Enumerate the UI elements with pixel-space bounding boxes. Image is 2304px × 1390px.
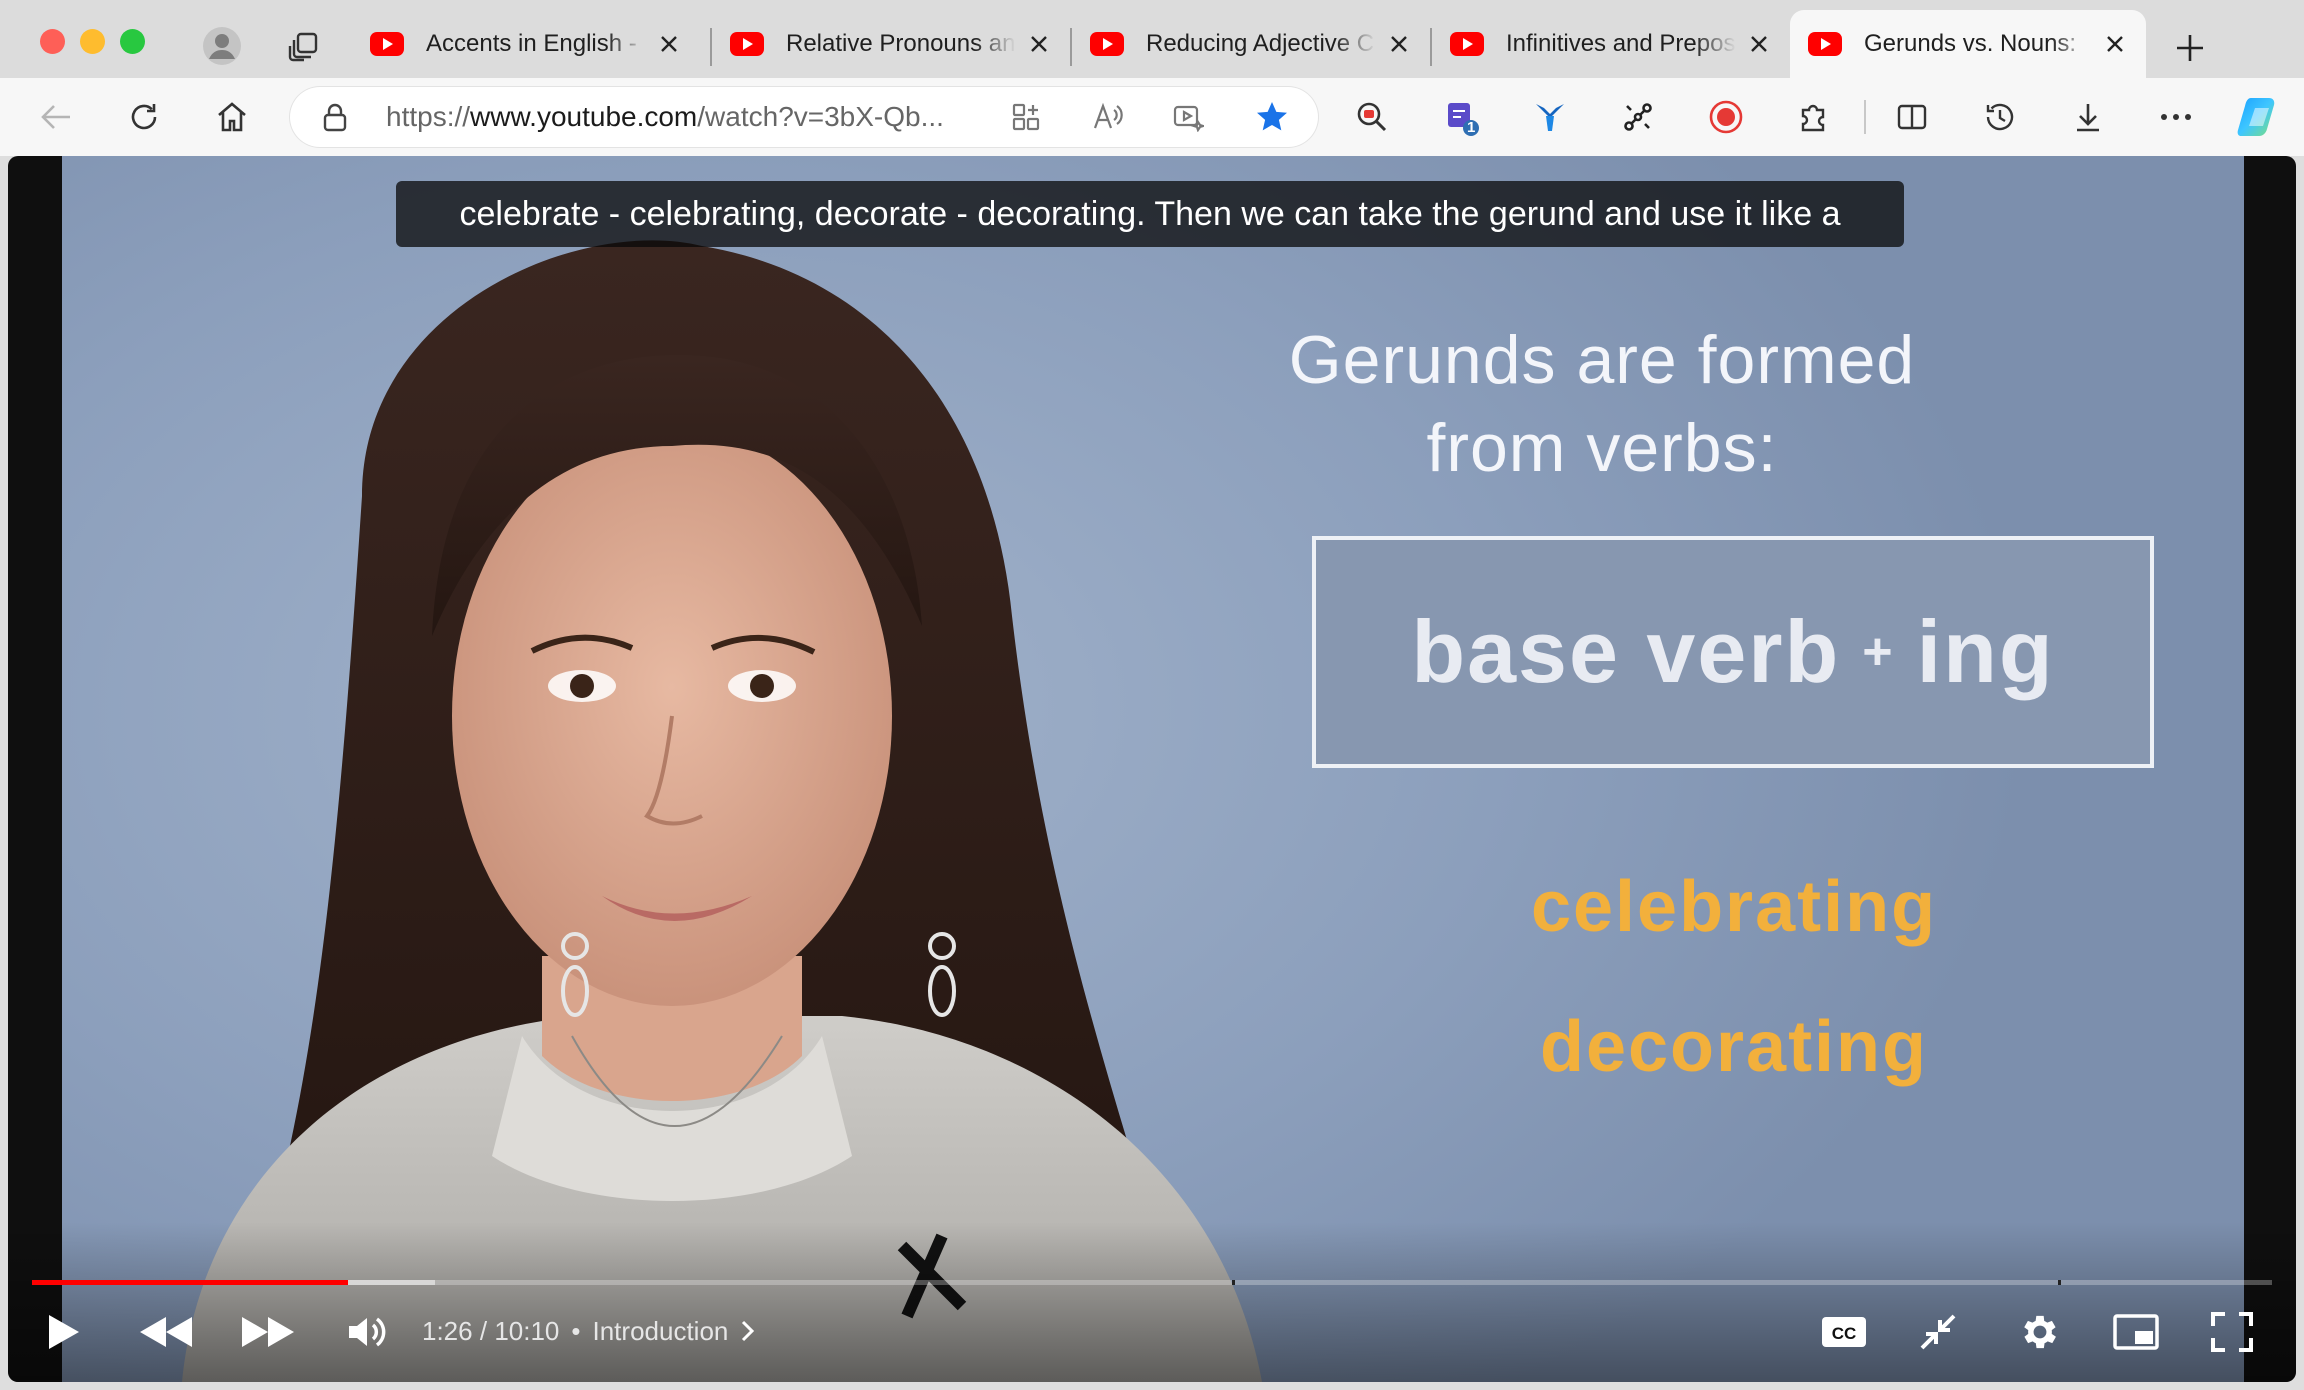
- slide-title-line1: Gerunds are formed: [1288, 322, 1916, 398]
- read-aloud-icon[interactable]: [1090, 99, 1126, 135]
- example-celebrating: celebrating: [1530, 867, 1938, 947]
- slide-title: Gerunds are formed from verbs:: [1242, 316, 1962, 492]
- tab-title: Relative Pronouns and: [786, 30, 1016, 57]
- tab-close-icon[interactable]: [1024, 29, 1054, 59]
- chapter-title[interactable]: Introduction: [593, 1311, 729, 1351]
- extensions-puzzle-icon[interactable]: [1786, 89, 1842, 145]
- fullscreen-icon[interactable]: [2204, 1306, 2260, 1358]
- tab-infinitives[interactable]: Infinitives and Prepos: [1432, 10, 1790, 78]
- fast-forward-icon[interactable]: [236, 1306, 300, 1358]
- new-tab-button[interactable]: [2166, 24, 2214, 72]
- youtube-favicon-icon: [1450, 32, 1484, 56]
- tab-title: Accents in English -: [426, 30, 637, 57]
- reload-icon[interactable]: [116, 89, 172, 145]
- example-decorating: decorating: [1539, 1007, 1929, 1087]
- chapter-dot: •: [571, 1316, 581, 1346]
- split-screen-icon[interactable]: [1884, 89, 1940, 145]
- youtube-favicon-icon: [1808, 32, 1842, 56]
- volume-icon[interactable]: [342, 1306, 392, 1358]
- copilot-icon[interactable]: [2232, 89, 2288, 145]
- youtube-favicon-icon: [730, 32, 764, 56]
- slide-title-line2: from verbs:: [1426, 410, 1778, 486]
- miniplayer-icon[interactable]: [2108, 1306, 2164, 1358]
- youtube-player: celebrate - celebrating, decorate - deco…: [8, 156, 2296, 1382]
- closed-caption: celebrate - celebrating, decorate - deco…: [396, 181, 1904, 247]
- rewind-icon[interactable]: [134, 1306, 198, 1358]
- tab-title: Reducing Adjective Cl: [1146, 30, 1376, 57]
- extension-badge: 1: [1467, 119, 1476, 136]
- chapter-marker: [1232, 1280, 1235, 1285]
- browser-toolbar: https://www.youtube.com/watch?v=3bX-Qb..…: [0, 78, 2304, 156]
- time-display: 1:26 / 10:10 • Introduction: [422, 1311, 758, 1351]
- cc-icon[interactable]: CC: [1816, 1306, 1872, 1358]
- lock-icon[interactable]: [318, 100, 352, 134]
- tab-gerunds-active[interactable]: Gerunds vs. Nouns:: [1790, 10, 2146, 78]
- tab-title: Gerunds vs. Nouns:: [1864, 30, 2077, 57]
- star-icon[interactable]: [1252, 97, 1292, 137]
- record-icon[interactable]: [1698, 89, 1754, 145]
- download-icon[interactable]: [2060, 89, 2116, 145]
- toolbar-separator: [1864, 100, 1866, 134]
- back-arrow-icon[interactable]: [28, 89, 84, 145]
- youtube-favicon-icon: [370, 32, 404, 56]
- address-bar[interactable]: https://www.youtube.com/watch?v=3bX-Qb..…: [290, 87, 1318, 147]
- close-window-button[interactable]: [40, 29, 65, 54]
- duration: 10:10: [494, 1316, 560, 1346]
- chapter-marker: [2058, 1280, 2061, 1285]
- chevron-right-icon[interactable]: [738, 1318, 758, 1344]
- formula-base-verb: base verb: [1411, 602, 1841, 701]
- tab-close-icon[interactable]: [654, 29, 684, 59]
- extension-notes-icon[interactable]: 1: [1434, 89, 1490, 145]
- video-enhance-icon[interactable]: [1170, 99, 1206, 135]
- history-icon[interactable]: [1972, 89, 2028, 145]
- video-frame[interactable]: celebrate - celebrating, decorate - deco…: [62, 156, 2244, 1382]
- tab-relative-pronouns[interactable]: Relative Pronouns and: [712, 10, 1070, 78]
- zoom-window-button[interactable]: [120, 29, 145, 54]
- time-separator: /: [479, 1316, 488, 1346]
- svg-text:CC: CC: [1832, 1324, 1857, 1343]
- settings-icon[interactable]: [2012, 1306, 2068, 1358]
- apps-icon[interactable]: [1008, 99, 1044, 135]
- tab-accents[interactable]: Accents in English -: [352, 10, 700, 78]
- tab-reducing-adjective[interactable]: Reducing Adjective Cl: [1072, 10, 1430, 78]
- tab-title: Infinitives and Prepos: [1506, 30, 1736, 57]
- formula-box: base verb + ing: [1312, 536, 2154, 768]
- extension-search-icon[interactable]: [1344, 89, 1400, 145]
- extension-nodes-icon[interactable]: [1610, 89, 1666, 145]
- home-icon[interactable]: [204, 89, 260, 145]
- tab-close-icon[interactable]: [1384, 29, 1414, 59]
- progress-played: [32, 1280, 348, 1285]
- minimize-icon[interactable]: [1910, 1306, 1966, 1358]
- tab-close-icon[interactable]: [1744, 29, 1774, 59]
- workspaces-icon[interactable]: [282, 24, 326, 68]
- formula-ing: ing: [1916, 602, 2055, 701]
- current-time: 1:26: [422, 1316, 473, 1346]
- extension-y-icon[interactable]: [1522, 89, 1578, 145]
- minimize-window-button[interactable]: [80, 29, 105, 54]
- tab-strip: Accents in English - Relative Pronouns a…: [0, 0, 2304, 78]
- progress-bar[interactable]: [32, 1280, 2272, 1285]
- url-text[interactable]: https://www.youtube.com/watch?v=3bX-Qb..…: [386, 87, 944, 147]
- play-icon[interactable]: [38, 1306, 88, 1358]
- tab-close-icon[interactable]: [2100, 29, 2130, 59]
- more-menu-icon[interactable]: [2148, 89, 2204, 145]
- controls-gradient: [8, 1222, 2296, 1382]
- formula-plus: +: [1862, 623, 1895, 681]
- youtube-favicon-icon: [1090, 32, 1124, 56]
- profile-icon[interactable]: [198, 22, 246, 70]
